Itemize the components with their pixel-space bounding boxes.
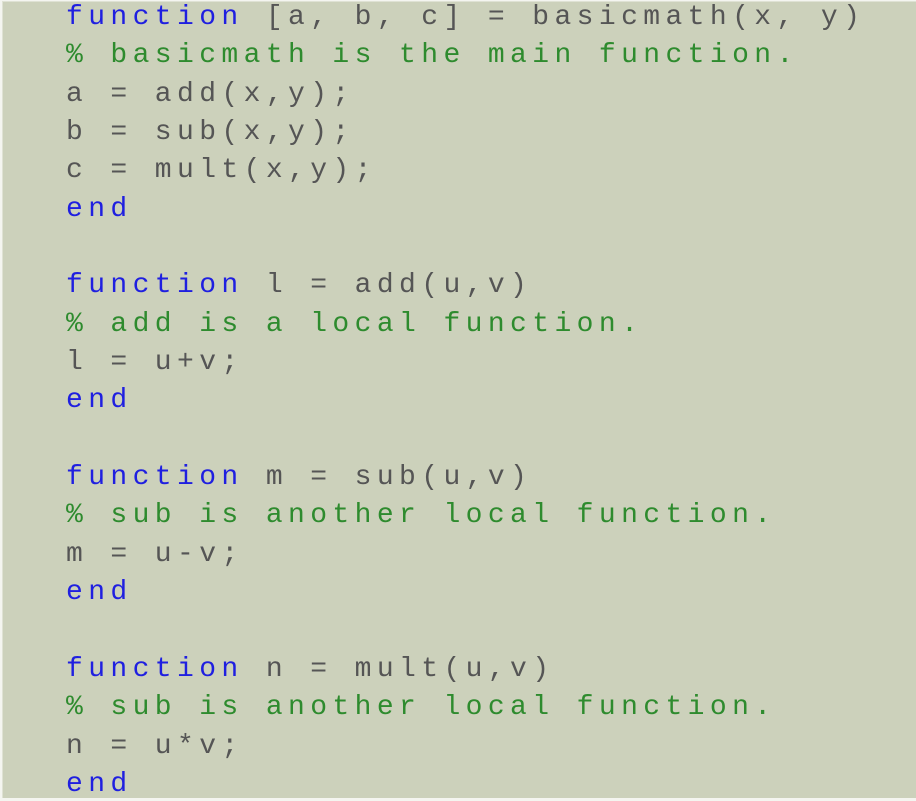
keyword: end	[66, 385, 133, 417]
code-line-20: n = u*v;	[66, 728, 865, 766]
code-line-8: function l = add(u,v)	[66, 267, 865, 305]
code-line-13: function m = sub(u,v)	[66, 459, 865, 497]
code-line-19: % sub is another local function.	[66, 689, 865, 727]
code-line-5: c = mult(x,y);	[66, 152, 865, 190]
code-line-1: function [a, b, c] = basicmath(x, y)	[66, 1, 865, 37]
keyword: end	[66, 193, 133, 225]
code-listing: function [a, b, c] = basicmath(x, y)% ba…	[66, 1, 865, 798]
code-editor[interactable]: function [a, b, c] = basicmath(x, y)% ba…	[2, 1, 916, 798]
keyword: end	[66, 768, 133, 798]
keyword: function	[66, 270, 244, 302]
code-text: l = add(u,v)	[243, 270, 533, 302]
code-line-21: end	[66, 766, 865, 798]
code-text: l = u+v;	[66, 347, 244, 379]
code-line-16: end	[66, 574, 865, 612]
code-line-14: % sub is another local function.	[66, 497, 865, 535]
code-text: a = add(x,y);	[66, 78, 355, 110]
code-line-4: b = sub(x,y);	[66, 114, 865, 152]
code-line-2: % basicmath is the main function.	[66, 37, 865, 75]
keyword: function	[66, 462, 244, 494]
code-text: c = mult(x,y);	[66, 155, 377, 187]
keyword: function	[66, 2, 244, 33]
code-text: b = sub(x,y);	[66, 117, 355, 149]
code-text: [a, b, c] = basicmath(x, y)	[243, 2, 866, 33]
code-line-3: a = add(x,y);	[66, 76, 865, 114]
code-line-15: m = u-v;	[66, 536, 865, 574]
code-text: n = mult(u,v)	[243, 653, 555, 685]
keyword: function	[66, 653, 244, 685]
code-text: m = u-v;	[66, 538, 244, 570]
code-line-6: end	[66, 191, 865, 229]
code-line-11: end	[66, 382, 865, 420]
keyword: end	[66, 577, 133, 609]
code-line-9: % add is a local function.	[66, 306, 865, 344]
comment: % basicmath is the main function.	[66, 40, 799, 72]
code-text: m = sub(u,v)	[243, 462, 533, 494]
comment: % add is a local function.	[66, 308, 644, 340]
code-line-18: function n = mult(u,v)	[66, 651, 865, 689]
code-text: n = u*v;	[66, 730, 244, 762]
comment: % sub is another local function.	[66, 692, 777, 724]
code-line-10: l = u+v;	[66, 344, 865, 382]
comment: % sub is another local function.	[66, 500, 777, 532]
